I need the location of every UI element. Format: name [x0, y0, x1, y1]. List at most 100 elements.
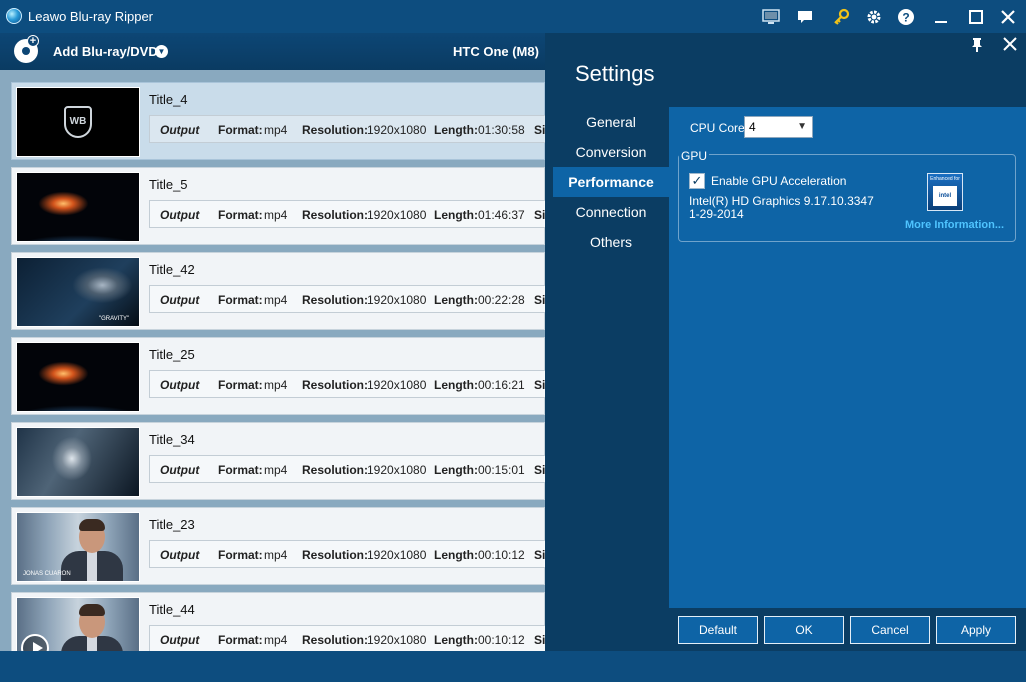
title-name: Title_4 [149, 92, 188, 107]
format-value: mp4 [264, 293, 288, 307]
resolution-value: 1920x1080 [367, 548, 427, 562]
cpu-core-label: CPU Core [690, 121, 745, 135]
output-label: Output [160, 123, 200, 137]
settings-panel: Settings General Conversion Performance … [545, 33, 1026, 651]
intel-badge-logo: intel [933, 186, 957, 206]
video-thumbnail: WB [16, 87, 140, 157]
chevron-down-icon: ▼ [797, 121, 807, 132]
pin-icon[interactable] [969, 37, 985, 53]
length-label: Length: [434, 123, 478, 137]
minimize-icon[interactable] [931, 7, 951, 27]
gpu-driver-date: 1-29-2014 [689, 207, 744, 221]
add-bluray-button[interactable]: Add Blu-ray/DVD [53, 44, 158, 59]
length-value: 00:10:12 [478, 548, 525, 562]
app-logo-icon [6, 8, 22, 24]
format-label: Format: [218, 463, 263, 477]
help-icon[interactable]: ? [896, 7, 916, 27]
output-device-label[interactable]: HTC One (M8) [453, 44, 539, 59]
cpu-core-select[interactable]: 4 ▼ [744, 116, 813, 138]
gpu-acceleration-checkbox[interactable]: ✓ [689, 173, 705, 189]
output-label: Output [160, 208, 200, 222]
nav-conversion[interactable]: Conversion [553, 137, 669, 167]
title-name: Title_42 [149, 262, 195, 277]
length-label: Length: [434, 548, 478, 562]
title-row[interactable]: Title_5 Output Format: mp4 Resolution: 1… [11, 167, 545, 245]
gpu-legend: GPU [679, 149, 710, 163]
format-value: mp4 [264, 378, 288, 392]
output-info: Output Format: mp4 Resolution: 1920x1080… [149, 370, 545, 398]
performance-content: CPU Core 4 ▼ ✓ Enable GPU Acceleration I… [669, 107, 1026, 608]
title-row[interactable]: "GRAVITY" Title_42 Output Format: mp4 Re… [11, 252, 545, 330]
title-name: Title_25 [149, 347, 195, 362]
gear-icon[interactable] [864, 7, 884, 27]
resolution-label: Resolution: [302, 208, 368, 222]
size-label: Siz [534, 463, 545, 477]
resolution-value: 1920x1080 [367, 208, 427, 222]
maximize-icon[interactable] [966, 7, 986, 27]
apply-button[interactable]: Apply [936, 616, 1016, 644]
video-thumbnail: JONAS CUARON [16, 512, 140, 582]
video-thumbnail: "GRAVITY" [16, 257, 140, 327]
resolution-value: 1920x1080 [367, 463, 427, 477]
key-icon[interactable] [831, 7, 851, 27]
title-name: Title_44 [149, 602, 195, 617]
default-button[interactable]: Default [678, 616, 758, 644]
video-thumbnail [16, 172, 140, 242]
more-information-link[interactable]: More Information... [905, 219, 1004, 231]
title-row[interactable]: WB Title_4 Output Format: mp4 Resolution… [11, 82, 545, 160]
title-row[interactable]: Title_34 Output Format: mp4 Resolution: … [11, 422, 545, 500]
ok-button[interactable]: OK [764, 616, 844, 644]
resolution-value: 1920x1080 [367, 293, 427, 307]
size-label: Siz [534, 633, 545, 647]
output-info: Output Format: mp4 Resolution: 1920x1080… [149, 115, 545, 143]
cancel-button[interactable]: Cancel [850, 616, 930, 644]
size-label: Siz [534, 293, 545, 307]
settings-title: Settings [575, 61, 655, 86]
nav-others[interactable]: Others [553, 227, 669, 257]
size-label: Siz [534, 548, 545, 562]
title-row[interactable]: JONAS CUARON Title_23 Output Format: mp4… [11, 507, 545, 585]
output-label: Output [160, 548, 200, 562]
warner-bros-logo-icon: WB [64, 106, 92, 138]
length-value: 01:30:58 [478, 123, 525, 137]
length-value: 00:22:28 [478, 293, 525, 307]
title-row[interactable]: Title_44 Output Format: mp4 Resolution: … [11, 592, 545, 651]
nav-performance[interactable]: Performance [553, 167, 669, 197]
format-label: Format: [218, 208, 263, 222]
app-title: Leawo Blu-ray Ripper [28, 9, 154, 24]
title-bar: Leawo Blu-ray Ripper ? [0, 0, 1026, 33]
resolution-value: 1920x1080 [367, 378, 427, 392]
format-label: Format: [218, 123, 263, 137]
close-icon[interactable] [998, 7, 1018, 27]
nav-general[interactable]: General [553, 107, 669, 137]
output-label: Output [160, 378, 200, 392]
output-info: Output Format: mp4 Resolution: 1920x1080… [149, 455, 545, 483]
status-strip [0, 651, 1026, 682]
format-label: Format: [218, 378, 263, 392]
resolution-label: Resolution: [302, 378, 368, 392]
format-label: Format: [218, 293, 263, 307]
gpu-group: ✓ Enable GPU Acceleration Intel(R) HD Gr… [678, 154, 1016, 242]
length-label: Length: [434, 633, 478, 647]
format-label: Format: [218, 548, 263, 562]
nav-connection[interactable]: Connection [553, 197, 669, 227]
monitor-icon[interactable] [761, 7, 781, 27]
close-settings-icon[interactable] [1002, 36, 1018, 52]
format-value: mp4 [264, 463, 288, 477]
chat-icon[interactable] [795, 7, 815, 27]
chevron-down-icon[interactable]: ▼ [155, 45, 168, 58]
format-value: mp4 [264, 123, 288, 137]
resolution-label: Resolution: [302, 123, 368, 137]
thumbnail-caption: JONAS CUARON [23, 571, 71, 577]
resolution-value: 1920x1080 [367, 123, 427, 137]
plus-icon: + [27, 35, 39, 47]
video-thumbnail [16, 597, 140, 651]
video-thumbnail [16, 427, 140, 497]
title-name: Title_5 [149, 177, 188, 192]
thumbnail-caption: "GRAVITY" [99, 316, 130, 322]
title-row[interactable]: Title_25 Output Format: mp4 Resolution: … [11, 337, 545, 415]
intel-badge-icon: Enhanced for intel [927, 173, 963, 211]
cpu-core-value: 4 [749, 120, 756, 134]
play-icon[interactable] [21, 634, 49, 651]
resolution-label: Resolution: [302, 293, 368, 307]
